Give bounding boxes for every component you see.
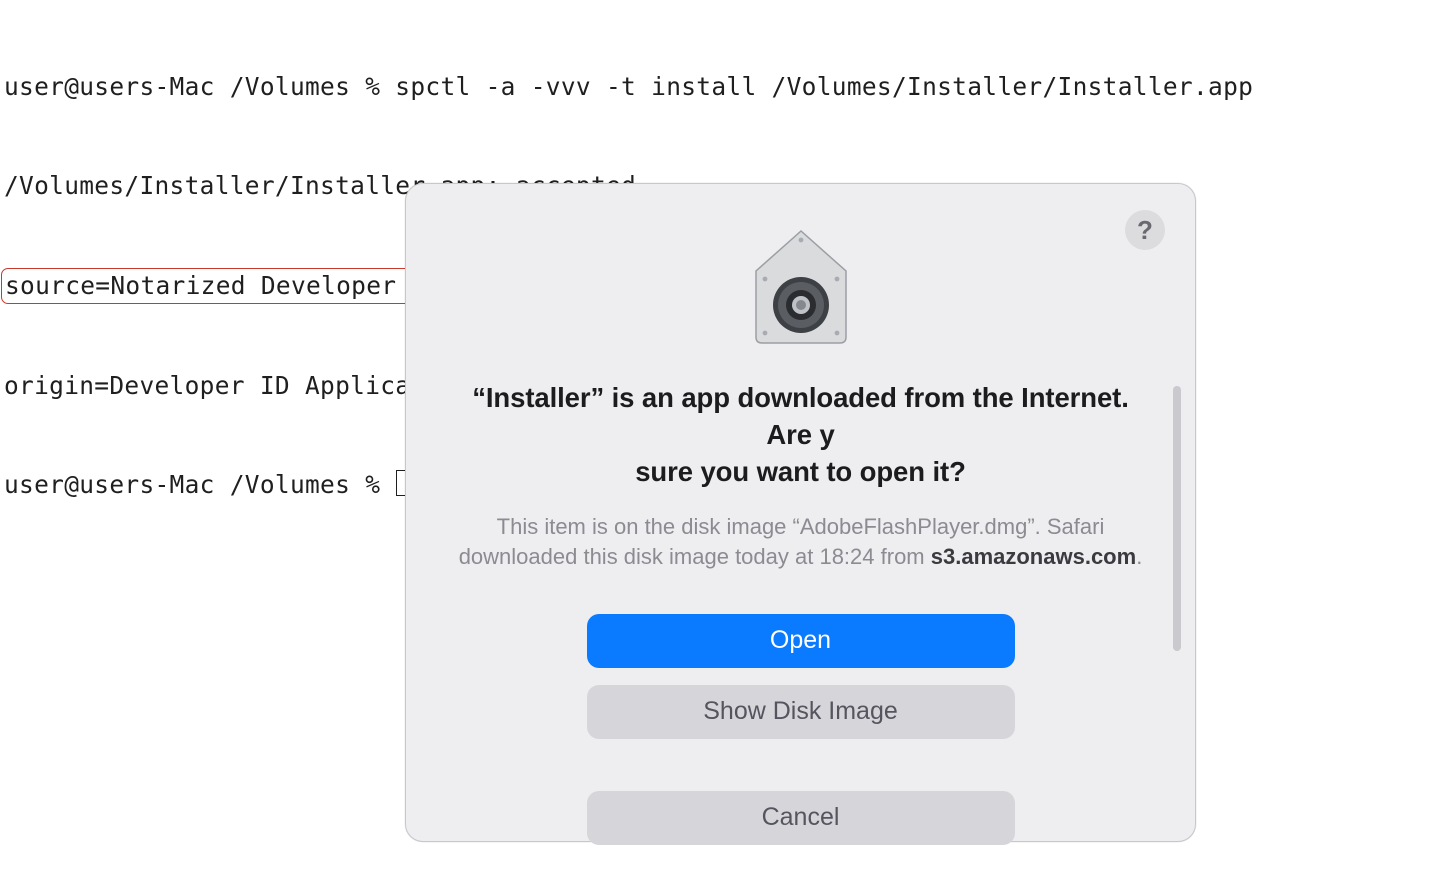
open-button[interactable]: Open — [587, 614, 1015, 668]
help-button[interactable]: ? — [1125, 210, 1165, 250]
gatekeeper-dialog: ? — [405, 183, 1196, 842]
show-disk-image-button[interactable]: Show Disk Image — [587, 685, 1015, 739]
dialog-subtitle: This item is on the disk image “AdobeFla… — [450, 512, 1151, 571]
gatekeeper-house-icon — [741, 225, 861, 347]
help-icon: ? — [1137, 215, 1153, 246]
terminal-line: user@users-Mac /Volumes % spctl -a -vvv … — [4, 70, 1436, 103]
terminal-line-highlight-box: source=Notarized Developer ID — [1, 268, 447, 304]
cancel-button[interactable]: Cancel — [587, 791, 1015, 845]
dialog-title: “Installer” is an app downloaded from th… — [450, 379, 1151, 490]
dialog-scrollbar[interactable] — [1173, 386, 1181, 651]
